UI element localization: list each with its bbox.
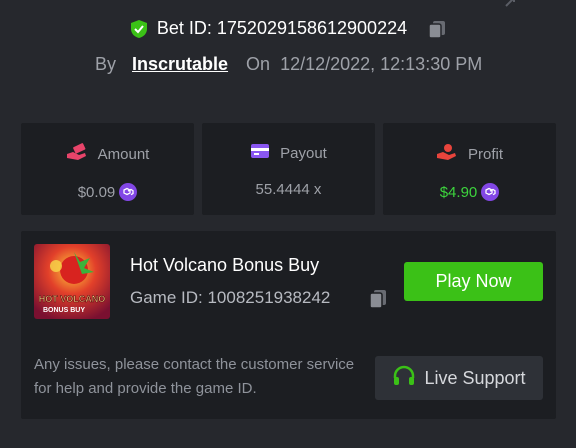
verified-shield-icon [129, 19, 149, 39]
bet-id-row: Bet ID: 1752029158612900224 [0, 18, 576, 39]
stats-row: Amount $0.09 Payout 55.4444 x Profit $4.… [21, 123, 556, 215]
amount-label: Amount [97, 145, 150, 163]
bet-id-text: Bet ID: 1752029158612900224 [156, 18, 408, 38]
game-title: Hot Volcano Bonus Buy [130, 255, 320, 275]
amount-value: $0.09 [77, 183, 116, 201]
copy-icon[interactable] [427, 19, 447, 39]
headset-icon [392, 364, 416, 393]
amount-stat: Amount $0.09 [21, 123, 194, 215]
polygon-coin-icon [481, 183, 500, 201]
thumb-title-line-1: HOT VOLCANO [39, 294, 106, 304]
thumb-title-line-2: BONUS BUY [43, 307, 85, 314]
by-label: By [95, 54, 117, 74]
polygon-coin-icon [119, 183, 138, 201]
profit-value: $4.90 [439, 183, 478, 201]
on-label: On [246, 54, 271, 74]
play-now-button[interactable]: Play Now [404, 262, 543, 301]
profit-stat: Profit $4.90 [383, 123, 556, 215]
profit-label: Profit [467, 145, 503, 163]
bet-meta-row: By Inscrutable On 12/12/2022, 12:13:30 P… [95, 54, 482, 75]
live-support-button[interactable]: Live Support [375, 356, 543, 400]
card-icon [250, 143, 270, 163]
game-id: Game ID: 1008251938242 [130, 288, 331, 307]
share-icon[interactable] [504, 0, 526, 8]
payout-value: 55.4444 x [255, 181, 322, 198]
username-link[interactable]: Inscrutable [132, 54, 228, 75]
hand-coin-icon [436, 143, 458, 165]
game-thumbnail[interactable]: HOT VOLCANO BONUS BUY [34, 244, 110, 319]
copy-game-id-icon[interactable] [368, 288, 388, 310]
bet-datetime: 12/12/2022, 12:13:30 PM [280, 54, 483, 74]
game-card: HOT VOLCANO BONUS BUY Hot Volcano Bonus … [21, 231, 556, 419]
payout-label: Payout [280, 144, 327, 162]
hand-money-icon [66, 143, 88, 165]
support-note: Any issues, please contact the customer … [34, 356, 355, 397]
live-support-label: Live Support [424, 367, 526, 388]
payout-stat: Payout 55.4444 x [202, 123, 375, 215]
